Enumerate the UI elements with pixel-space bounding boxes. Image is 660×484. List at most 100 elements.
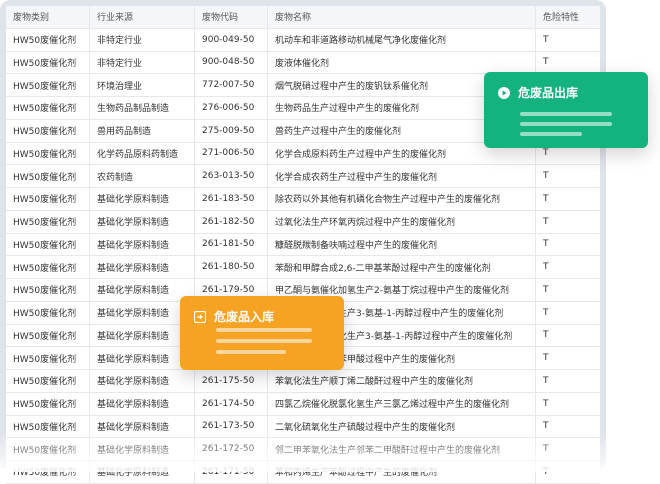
row-code: 261-175-50 (195, 370, 268, 392)
outbound-card[interactable]: 危废品出库 (484, 72, 648, 148)
header-hazard: 危险特性 (543, 13, 580, 24)
header-category: 废物类别 (6, 6, 90, 28)
inbound-card-header: 危废品入库 (194, 308, 274, 325)
row-hazard: T (543, 284, 549, 295)
play-circle-icon (498, 86, 510, 99)
table-row[interactable]: HW50废催化剂 基础化学原料制造 261-174-50 四氯乙烷催化脱氯化氢生产三氯… (6, 392, 600, 416)
row-hazard: T (543, 398, 549, 409)
row-hazard: T (543, 353, 549, 364)
row-code: 261-182-50 (195, 210, 268, 233)
row-industry: 基础化学原料制造 (90, 210, 195, 233)
row-name: 化学合成农药生产过程中产生的废催化剂 (268, 165, 536, 187)
row-industry: 基础化学原料制造 (90, 438, 195, 460)
row-category: HW50废催化剂 (6, 119, 90, 142)
row-category: HW50废催化剂 (6, 301, 90, 324)
outbound-card-header: 危废品出库 (498, 84, 578, 101)
placeholder-line (216, 339, 312, 343)
row-code: 900-048-50 (195, 51, 268, 74)
row-category: HW50废催化剂 (6, 279, 90, 301)
row-category: HW50废催化剂 (6, 324, 90, 347)
row-name: 过氧化法生产环氧丙烷过程中产生的废催化剂 (268, 210, 536, 233)
row-name: 除农药以外其他有机磷化合物生产过程中产生的废催化剂 (268, 188, 536, 210)
row-industry: 生物药品制品制造 (90, 97, 195, 119)
row-code: 900-049-50 (195, 28, 268, 51)
row-hazard: T (543, 444, 549, 455)
row-industry: 基础化学原料制造 (90, 188, 195, 210)
table-row[interactable]: HW50废催化剂 基础化学原料制造 261-180-50 苯酚和甲醇合成2,6-二甲基… (6, 256, 600, 279)
row-name: 四氯乙烷催化脱氯化氢生产三氯乙烯过程中产生的废催化剂 (268, 392, 536, 415)
row-hazard: T (543, 239, 549, 250)
row-category: HW50废催化剂 (6, 392, 90, 415)
login-icon (194, 310, 206, 323)
row-name: 邻二甲苯氧化法生产邻苯二甲酸酐过程中产生的废催化剂 (268, 438, 536, 460)
table-row[interactable]: HW50废催化剂 基础化学原料制造 261-182-50 过氧化法生产环氧丙烷过程中产… (6, 210, 600, 234)
row-category: HW50废催化剂 (6, 28, 90, 51)
inbound-card-title: 危废品入库 (214, 310, 275, 324)
table-row[interactable]: HW50废催化剂 基础化学原料制造 261-173-50 二氧化硫氧化生产硫酸过程中产… (6, 415, 600, 439)
row-hazard: T (543, 193, 549, 204)
row-industry: 基础化学原料制造 (90, 392, 195, 415)
header-code: 废物代码 (195, 6, 268, 28)
row-category: HW50废催化剂 (6, 347, 90, 369)
header-industry: 行业来源 (90, 6, 195, 28)
row-industry: 环境治理业 (90, 74, 195, 96)
placeholder-line (216, 350, 286, 354)
table-row[interactable]: HW50废催化剂 非特定行业 900-048-50 废液体催化剂 T (6, 51, 600, 75)
row-hazard: T (543, 171, 549, 182)
row-name: 糠醛脱羰制备呋喃过程中产生的废催化剂 (268, 233, 536, 256)
row-hazard: T (543, 216, 549, 227)
placeholder-line (216, 328, 312, 332)
table-row[interactable]: HW50废催化剂 农药制造 263-013-50 化学合成农药生产过程中产生的废催化剂… (6, 165, 600, 188)
row-code: 261-173-50 (195, 415, 268, 438)
row-industry: 非特定行业 (90, 51, 195, 74)
row-hazard: T (543, 34, 549, 45)
row-hazard: T (543, 307, 549, 318)
row-category: HW50废催化剂 (6, 188, 90, 210)
row-code: 261-181-50 (195, 233, 268, 256)
row-industry: 基础化学原料制造 (90, 233, 195, 256)
row-category: HW50废催化剂 (6, 370, 90, 392)
row-name: 机动车和非道路移动机械尾气净化废催化剂 (268, 28, 536, 51)
row-industry: 基础化学原料制造 (90, 415, 195, 438)
row-category: HW50废催化剂 (6, 97, 90, 119)
row-category: HW50废催化剂 (6, 142, 90, 165)
row-category: HW50废催化剂 (6, 415, 90, 438)
row-name: 苯氧化法生产顺丁烯二酸酐过程中产生的废催化剂 (268, 370, 536, 392)
row-category: HW50废催化剂 (6, 233, 90, 256)
table-row[interactable]: HW50废催化剂 基础化学原料制造 261-183-50 除农药以外其他有机磷化合物生… (6, 188, 600, 211)
row-category: HW50废催化剂 (6, 438, 90, 460)
table-row[interactable]: HW50废催化剂 基础化学原料制造 261-181-50 糠醛脱羰制备呋喃过程中产生的… (6, 233, 600, 257)
table-row[interactable]: HW50废催化剂 非特定行业 900-049-50 机动车和非道路移动机械尾气净化废催… (6, 28, 600, 52)
row-category: HW50废催化剂 (6, 51, 90, 74)
header-name: 废物名称 (268, 6, 536, 28)
row-industry: 基础化学原料制造 (90, 279, 195, 301)
row-hazard: T (543, 375, 549, 386)
table-header-row: 废物类别 行业来源 废物代码 废物名称 危险特性 (6, 6, 600, 29)
table-row[interactable]: HW50废催化剂 基础化学原料制造 261-172-50 邻二甲苯氧化法生产邻苯二甲酸… (6, 438, 600, 461)
row-category: HW50废催化剂 (6, 74, 90, 96)
table-row[interactable]: HW50废催化剂 基础化学原料制造 261-175-50 苯氧化法生产顺丁烯二酸酐过程… (6, 370, 600, 393)
placeholder-line (520, 132, 582, 136)
placeholder-line (520, 122, 612, 126)
row-name: 废液体催化剂 (268, 51, 536, 74)
row-category: HW50废催化剂 (6, 165, 90, 187)
table-frame: 废物类别 行业来源 废物代码 废物名称 危险特性 HW50废催化剂 非特定行业 90… (0, 0, 606, 484)
row-hazard: T (543, 57, 549, 68)
row-code: 275-009-50 (195, 119, 268, 142)
row-code: 276-006-50 (195, 97, 268, 119)
row-hazard: T (543, 421, 549, 432)
row-category: HW50废催化剂 (6, 210, 90, 233)
row-name: 苯酚和甲醇合成2,6-二甲基苯酚过程中产生的废催化剂 (268, 256, 536, 278)
row-industry: 非特定行业 (90, 28, 195, 51)
row-code: 261-172-50 (195, 438, 268, 460)
placeholder-line (520, 112, 612, 116)
outbound-card-title: 危废品出库 (518, 86, 579, 100)
row-industry: 农药制造 (90, 165, 195, 187)
row-industry: 基础化学原料制造 (90, 370, 195, 392)
inbound-card[interactable]: 危废品入库 (180, 296, 344, 370)
table-row[interactable]: HW50废催化剂 基础化学原料制造 261-171-50 苯和丙烯生产苯酚过程中产生的… (6, 461, 600, 484)
row-code: 263-013-50 (195, 165, 268, 187)
row-code: 772-007-50 (195, 74, 268, 96)
row-industry: 化学药品原料药制造 (90, 142, 195, 165)
row-code: 261-180-50 (195, 256, 268, 278)
